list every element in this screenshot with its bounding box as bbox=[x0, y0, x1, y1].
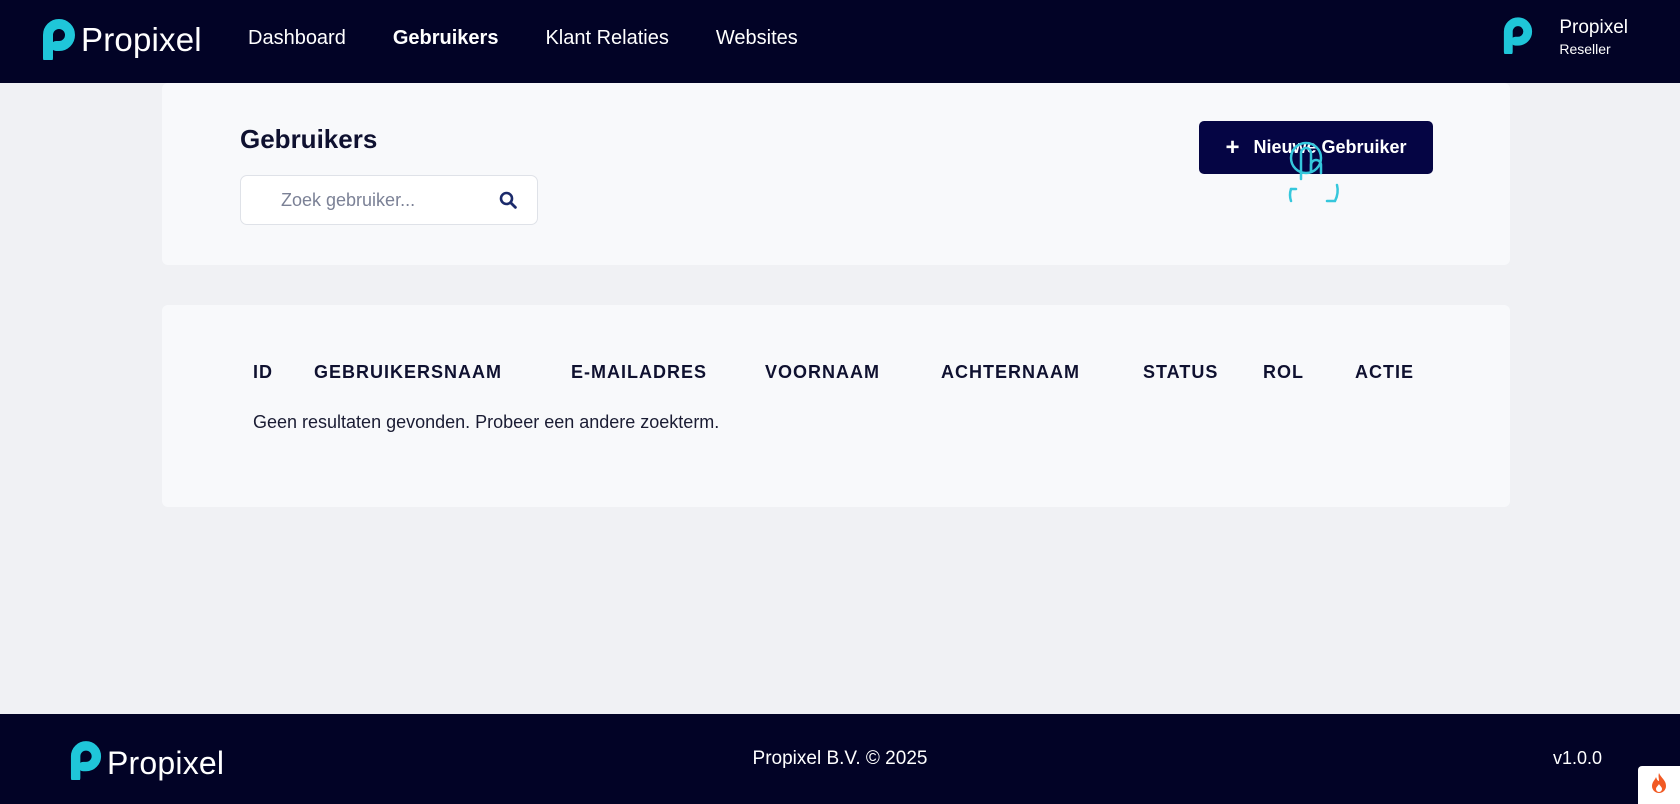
column-header-rol[interactable]: ROL bbox=[1263, 362, 1304, 383]
flame-icon bbox=[1650, 772, 1668, 799]
brand-name: Propixel bbox=[81, 20, 202, 58]
column-header-e-mailadres[interactable]: E-MAILADRES bbox=[571, 362, 707, 383]
brand-logo[interactable]: Propixel bbox=[42, 18, 202, 60]
nav-item-websites[interactable]: Websites bbox=[716, 27, 798, 50]
column-header-id[interactable]: ID bbox=[253, 362, 273, 383]
user-menu[interactable]: Propixel Reseller bbox=[1503, 16, 1628, 59]
user-avatar-icon bbox=[1503, 16, 1533, 59]
app-version: v1.0.0 bbox=[1552, 748, 1602, 768]
footer-copyright: Propixel B.V. © 2025 bbox=[752, 748, 928, 769]
nav-item-klant-relaties[interactable]: Klant Relaties bbox=[545, 27, 668, 50]
user-name: Propixel bbox=[1559, 17, 1628, 38]
new-user-button[interactable]: + Nieuwe Gebruiker bbox=[1199, 121, 1433, 174]
page-title: Gebruikers bbox=[240, 124, 378, 154]
plus-icon: + bbox=[1225, 133, 1240, 161]
new-user-button-label: Nieuwe Gebruiker bbox=[1253, 137, 1407, 157]
empty-state-message: Geen resultaten gevonden. Probeer een an… bbox=[253, 412, 720, 432]
column-header-actie: ACTIE bbox=[1355, 362, 1414, 382]
nav-item-dashboard[interactable]: Dashboard bbox=[248, 27, 346, 50]
flame-badge[interactable] bbox=[1638, 766, 1680, 804]
column-header-status[interactable]: STATUS bbox=[1143, 362, 1218, 383]
nav-item-gebruikers[interactable]: Gebruikers bbox=[393, 27, 499, 50]
column-header-achternaam[interactable]: ACHTERNAAM bbox=[941, 362, 1080, 383]
users-table-card: ID GEBRUIKERSNAAM E-MAILADRES VOORNAAM A… bbox=[162, 305, 1510, 507]
search-icon[interactable] bbox=[499, 191, 517, 214]
search-box bbox=[240, 175, 538, 225]
table-header-row: ID GEBRUIKERSNAAM E-MAILADRES VOORNAAM A… bbox=[162, 362, 1510, 392]
search-input[interactable] bbox=[241, 176, 481, 224]
propixel-logo-icon bbox=[42, 18, 76, 60]
footer: Propixel Propixel B.V. © 2025 v1.0.0 bbox=[0, 714, 1680, 804]
user-info: Propixel Reseller bbox=[1559, 17, 1628, 58]
page-header-card: Gebruikers + Nieuwe Gebruiker bbox=[162, 83, 1510, 265]
column-header-voornaam[interactable]: VOORNAAM bbox=[765, 362, 880, 383]
top-navbar: Propixel Dashboard Gebruikers Klant Rela… bbox=[0, 0, 1680, 83]
user-role: Reseller bbox=[1559, 40, 1611, 57]
column-header-gebruikersnaam[interactable]: GEBRUIKERSNAAM bbox=[314, 362, 502, 383]
main-nav: Dashboard Gebruikers Klant Relaties Webs… bbox=[248, 0, 845, 77]
